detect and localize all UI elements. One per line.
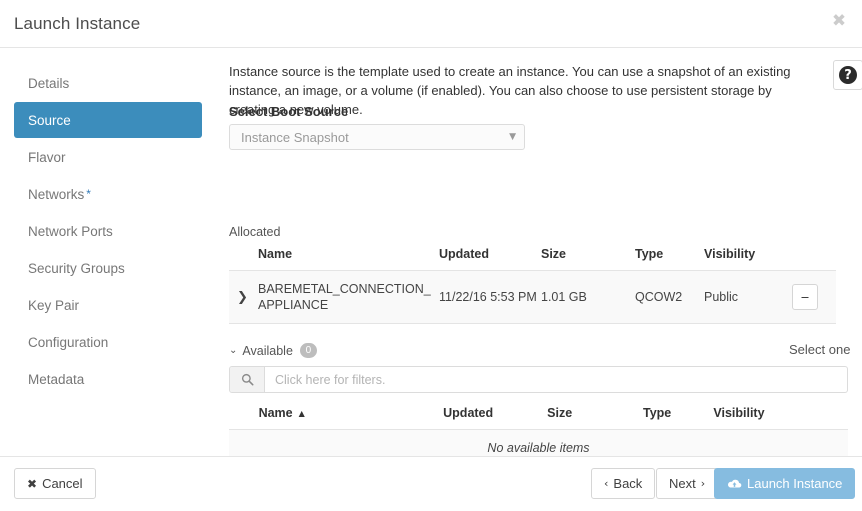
available-col-name-label: Name	[258, 406, 293, 420]
required-marker: *	[86, 187, 91, 201]
row-type: QCOW2	[635, 270, 704, 324]
chevron-right-icon: ›	[700, 477, 706, 490]
row-updated: 11/22/16 5:53 PM	[439, 270, 541, 324]
boot-source-value: Instance Snapshot	[241, 129, 349, 145]
available-col-name[interactable]: Name ▲	[258, 403, 444, 430]
sidebar-item-details[interactable]: Details	[14, 65, 202, 101]
table-row[interactable]: ❯ BAREMETAL_CONNECTION_APPLIANCE 11/22/1…	[229, 270, 836, 324]
table-header-row: Name ▲ Updated Size Type Visibility	[229, 403, 848, 430]
available-col-spacer	[229, 403, 259, 430]
sidebar-item-label: Metadata	[28, 371, 85, 387]
boot-source-select[interactable]: Instance Snapshot ▼	[229, 124, 525, 150]
available-col-updated[interactable]: Updated	[443, 403, 548, 430]
sidebar-item-label: Details	[28, 75, 70, 91]
available-col-type[interactable]: Type	[643, 403, 714, 430]
sidebar-item-label: Networks	[28, 186, 85, 202]
allocated-col-type: Type	[635, 244, 704, 271]
modal-body: Details Source Flavor Networks * Network …	[0, 48, 862, 511]
row-action-cell: ‒	[792, 270, 836, 324]
cancel-button[interactable]: ✖ Cancel	[14, 468, 96, 499]
sidebar-item-metadata[interactable]: Metadata	[14, 361, 202, 397]
sidebar-item-security-groups[interactable]: Security Groups	[14, 250, 202, 286]
available-count-badge: 0	[299, 343, 317, 358]
launch-instance-button-label: Launch Instance	[747, 476, 843, 491]
cloud-upload-icon	[727, 478, 742, 490]
help-glyph: ?	[839, 66, 857, 84]
allocated-col-name: Name	[258, 244, 439, 271]
available-section-toggle[interactable]: ⌄ Available 0	[229, 343, 317, 358]
available-label: Available	[242, 343, 293, 358]
chevron-down-icon: ⌄	[229, 345, 238, 356]
back-button-label: Back	[613, 476, 643, 491]
close-x-icon: ✖	[27, 476, 38, 491]
next-button-label: Next	[669, 476, 696, 491]
sidebar-item-key-pair[interactable]: Key Pair	[14, 287, 202, 323]
search-icon[interactable]	[230, 367, 265, 392]
sidebar-item-label: Key Pair	[28, 297, 80, 313]
deallocate-button[interactable]: ‒	[792, 284, 818, 310]
sort-ascending-icon: ▲	[298, 409, 305, 419]
row-size: 1.01 GB	[541, 270, 635, 324]
sidebar-item-label: Flavor	[28, 149, 66, 165]
allocated-col-updated: Updated	[439, 244, 541, 271]
launch-instance-wizard: Launch Instance ✖ Details Source Flavor …	[0, 0, 862, 511]
sidebar-item-flavor[interactable]: Flavor	[14, 139, 202, 175]
sidebar-item-label: Security Groups	[28, 260, 125, 276]
chevron-left-icon: ‹	[604, 477, 609, 490]
row-name: BAREMETAL_CONNECTION_APPLIANCE	[258, 270, 439, 324]
launch-instance-button[interactable]: Launch Instance	[714, 468, 856, 499]
available-filter-bar[interactable]	[229, 366, 848, 393]
available-col-visibility[interactable]: Visibility	[713, 403, 804, 430]
chevron-right-icon[interactable]: ❯	[229, 290, 248, 305]
chevron-down-icon: ▼	[509, 132, 516, 142]
back-button[interactable]: ‹ Back	[591, 468, 656, 499]
source-step-panel: Instance source is the template used to …	[229, 48, 862, 467]
sidebar-item-label: Source	[28, 112, 71, 128]
available-col-action	[803, 403, 848, 430]
allocated-col-size: Size	[541, 244, 635, 271]
available-col-size[interactable]: Size	[547, 403, 643, 430]
sidebar-item-source[interactable]: Source	[14, 102, 202, 138]
sidebar-item-network-ports[interactable]: Network Ports	[14, 213, 202, 249]
allocated-label: Allocated	[229, 225, 281, 239]
close-icon[interactable]: ✖	[828, 10, 850, 32]
sidebar-item-configuration[interactable]: Configuration	[14, 324, 202, 360]
expand-row-cell[interactable]: ❯	[229, 270, 258, 324]
sidebar-item-label: Network Ports	[28, 223, 113, 239]
cancel-button-label: Cancel	[42, 476, 83, 491]
sidebar-item-label: Configuration	[28, 334, 109, 350]
row-visibility: Public	[704, 270, 792, 324]
page-title: Launch Instance	[14, 14, 141, 33]
select-one-hint: Select one	[789, 342, 851, 357]
allocated-table: Name Updated Size Type Visibility ❯ BARE…	[229, 244, 836, 324]
table-header-row: Name Updated Size Type Visibility	[229, 244, 836, 271]
wizard-nav: Details Source Flavor Networks * Network …	[14, 65, 202, 398]
allocated-col-spacer	[229, 244, 258, 271]
allocated-col-visibility: Visibility	[704, 244, 792, 271]
search-input[interactable]	[265, 367, 847, 392]
allocated-col-action	[792, 244, 836, 271]
sidebar-item-networks[interactable]: Networks *	[14, 176, 202, 212]
modal-header: Launch Instance ✖	[0, 0, 862, 48]
boot-source-label: Select Boot Source	[229, 104, 349, 119]
next-button[interactable]: Next ›	[656, 468, 719, 499]
help-icon[interactable]: ?	[833, 60, 862, 90]
